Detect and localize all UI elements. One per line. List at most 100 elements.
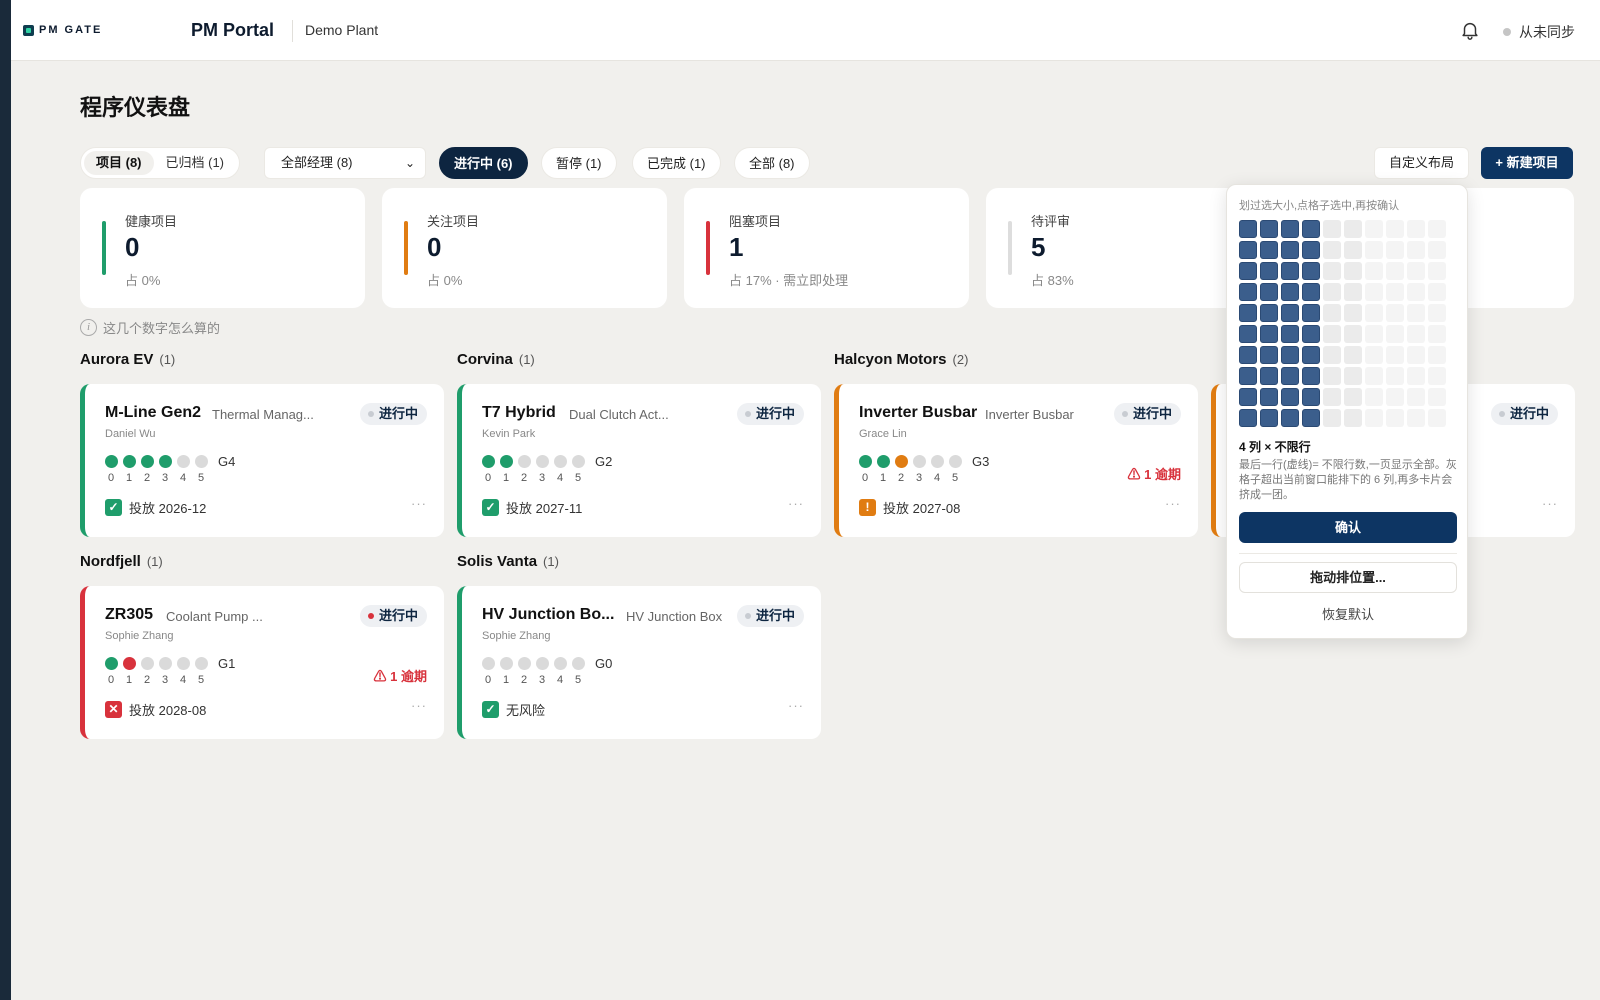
more-options-icon[interactable]: ··· xyxy=(788,496,804,511)
layout-grid-cell[interactable] xyxy=(1407,325,1425,343)
layout-grid-cell[interactable] xyxy=(1239,241,1257,259)
reset-default-button[interactable]: 恢复默认 xyxy=(1239,604,1457,623)
layout-grid-cell[interactable] xyxy=(1407,241,1425,259)
layout-grid-cell[interactable] xyxy=(1239,262,1257,280)
confirm-button[interactable]: 确认 xyxy=(1239,512,1457,543)
layout-grid-cell[interactable] xyxy=(1344,241,1362,259)
layout-grid-cell[interactable] xyxy=(1407,346,1425,364)
more-options-icon[interactable]: ··· xyxy=(411,496,427,511)
layout-grid-cell[interactable] xyxy=(1344,346,1362,364)
layout-grid-cell[interactable] xyxy=(1281,409,1299,427)
layout-grid-cell[interactable] xyxy=(1365,220,1383,238)
layout-grid-cell[interactable] xyxy=(1365,388,1383,406)
layout-grid-cell[interactable] xyxy=(1428,262,1446,280)
layout-grid-cell[interactable] xyxy=(1260,262,1278,280)
layout-grid-cell[interactable] xyxy=(1386,388,1404,406)
layout-grid-cell[interactable] xyxy=(1428,220,1446,238)
layout-grid-cell[interactable] xyxy=(1365,325,1383,343)
layout-grid-cell[interactable] xyxy=(1323,325,1341,343)
layout-grid-cell[interactable] xyxy=(1323,220,1341,238)
layout-grid-cell[interactable] xyxy=(1302,346,1320,364)
layout-grid-cell[interactable] xyxy=(1281,220,1299,238)
layout-grid-cell[interactable] xyxy=(1239,304,1257,322)
layout-grid-cell[interactable] xyxy=(1260,241,1278,259)
layout-grid-cell[interactable] xyxy=(1260,325,1278,343)
layout-grid-cell[interactable] xyxy=(1386,262,1404,280)
project-card[interactable]: T7 Hybrid Dual Clutch Act... Kevin Park … xyxy=(457,384,821,537)
layout-grid-cell[interactable] xyxy=(1281,262,1299,280)
project-card[interactable]: Inverter Busbar Inverter Busbar Grace Li… xyxy=(834,384,1198,537)
project-card[interactable]: HV Junction Bo... HV Junction Box Sophie… xyxy=(457,586,821,739)
drag-arrange-button[interactable]: 拖动排位置... xyxy=(1239,562,1457,593)
filter-all[interactable]: 全部 (8) xyxy=(734,147,810,179)
layout-grid-cell[interactable] xyxy=(1323,241,1341,259)
layout-grid-cell[interactable] xyxy=(1281,283,1299,301)
layout-grid-cell[interactable] xyxy=(1323,409,1341,427)
layout-grid-cell[interactable] xyxy=(1428,409,1446,427)
layout-grid-cell[interactable] xyxy=(1407,388,1425,406)
layout-grid-cell[interactable] xyxy=(1239,346,1257,364)
layout-grid-cell[interactable] xyxy=(1386,346,1404,364)
status-badge[interactable]: 进行中 xyxy=(1113,403,1181,425)
layout-grid-cell[interactable] xyxy=(1323,346,1341,364)
stat-card-watch[interactable]: 关注项目 0 占 0% xyxy=(382,188,667,308)
tab-projects[interactable]: 项目 (8) xyxy=(84,151,154,175)
layout-grid-cell[interactable] xyxy=(1281,304,1299,322)
layout-grid-cell[interactable] xyxy=(1239,283,1257,301)
layout-grid-cell[interactable] xyxy=(1428,283,1446,301)
layout-grid-cell[interactable] xyxy=(1428,367,1446,385)
layout-grid-cell[interactable] xyxy=(1260,367,1278,385)
layout-grid-cell[interactable] xyxy=(1344,367,1362,385)
filter-paused[interactable]: 暂停 (1) xyxy=(541,147,617,179)
layout-grid-cell[interactable] xyxy=(1260,283,1278,301)
tab-archived[interactable]: 已归档 (1) xyxy=(154,151,237,175)
sync-status[interactable]: 从未同步 xyxy=(1503,22,1575,42)
status-badge[interactable]: 进行中 xyxy=(359,605,427,627)
layout-grid-cell[interactable] xyxy=(1302,262,1320,280)
layout-grid-cell[interactable] xyxy=(1365,283,1383,301)
layout-grid-cell[interactable] xyxy=(1386,220,1404,238)
layout-grid-cell[interactable] xyxy=(1302,241,1320,259)
more-options-icon[interactable]: ··· xyxy=(1165,496,1181,511)
more-options-icon[interactable]: ··· xyxy=(1542,496,1558,511)
layout-grid-cell[interactable] xyxy=(1386,325,1404,343)
layout-grid-cell[interactable] xyxy=(1365,262,1383,280)
manager-select[interactable]: 全部经理 (8) ⌄ xyxy=(264,147,426,179)
layout-grid-cell[interactable] xyxy=(1281,388,1299,406)
layout-grid-cell[interactable] xyxy=(1407,220,1425,238)
layout-grid-cell[interactable] xyxy=(1281,241,1299,259)
layout-grid-cell[interactable] xyxy=(1323,283,1341,301)
layout-grid-cell[interactable] xyxy=(1281,367,1299,385)
layout-grid-cell[interactable] xyxy=(1239,367,1257,385)
layout-grid-cell[interactable] xyxy=(1386,241,1404,259)
project-card[interactable]: M-Line Gen2 Thermal Manag... Daniel Wu 进… xyxy=(80,384,444,537)
layout-grid-cell[interactable] xyxy=(1260,409,1278,427)
layout-grid-cell[interactable] xyxy=(1323,304,1341,322)
layout-grid-cell[interactable] xyxy=(1302,220,1320,238)
layout-grid-cell[interactable] xyxy=(1302,304,1320,322)
status-badge[interactable]: 进行中 xyxy=(1490,403,1558,425)
layout-grid-cell[interactable] xyxy=(1407,262,1425,280)
more-options-icon[interactable]: ··· xyxy=(411,698,427,713)
layout-grid-cell[interactable] xyxy=(1302,409,1320,427)
status-badge[interactable]: 进行中 xyxy=(736,605,804,627)
layout-grid-cell[interactable] xyxy=(1365,409,1383,427)
layout-grid-cell[interactable] xyxy=(1260,346,1278,364)
layout-grid-cell[interactable] xyxy=(1302,283,1320,301)
layout-grid-cell[interactable] xyxy=(1344,283,1362,301)
layout-grid[interactable] xyxy=(1239,220,1446,427)
layout-grid-cell[interactable] xyxy=(1386,367,1404,385)
layout-grid-cell[interactable] xyxy=(1386,304,1404,322)
layout-grid-cell[interactable] xyxy=(1302,325,1320,343)
layout-grid-cell[interactable] xyxy=(1281,346,1299,364)
layout-grid-cell[interactable] xyxy=(1386,409,1404,427)
layout-grid-cell[interactable] xyxy=(1344,409,1362,427)
layout-grid-cell[interactable] xyxy=(1407,409,1425,427)
layout-grid-cell[interactable] xyxy=(1302,388,1320,406)
layout-grid-cell[interactable] xyxy=(1365,304,1383,322)
status-badge[interactable]: 进行中 xyxy=(736,403,804,425)
layout-grid-cell[interactable] xyxy=(1386,283,1404,301)
layout-grid-cell[interactable] xyxy=(1344,304,1362,322)
layout-grid-cell[interactable] xyxy=(1365,367,1383,385)
layout-grid-cell[interactable] xyxy=(1239,388,1257,406)
